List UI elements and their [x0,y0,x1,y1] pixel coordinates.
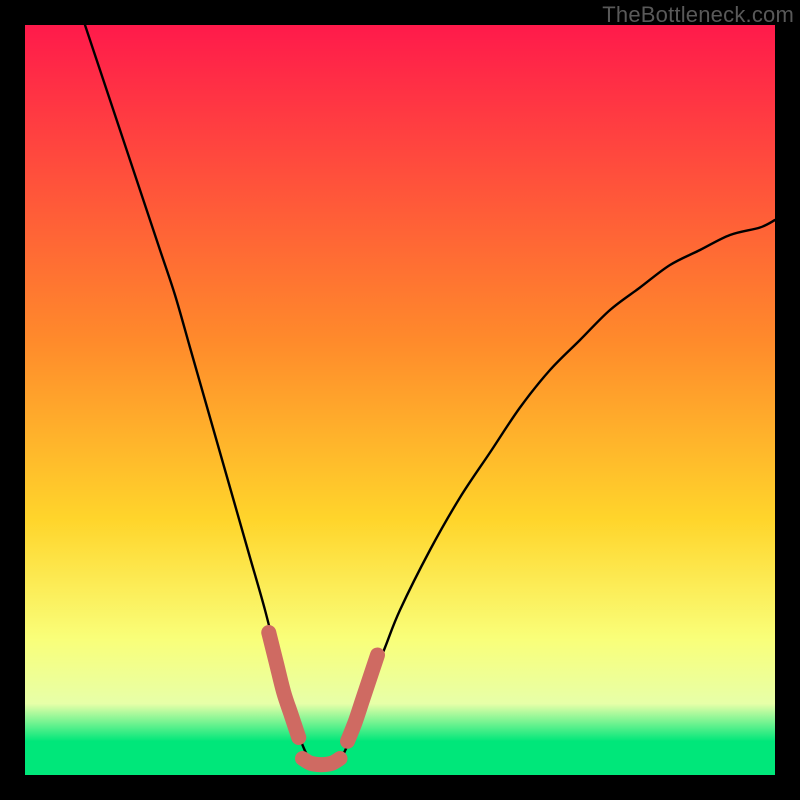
gradient-background [25,25,775,775]
chart-frame [25,25,775,775]
highlight-valley-floor [303,759,341,765]
watermark-text: TheBottleneck.com [602,2,794,28]
bottleneck-chart [25,25,775,775]
